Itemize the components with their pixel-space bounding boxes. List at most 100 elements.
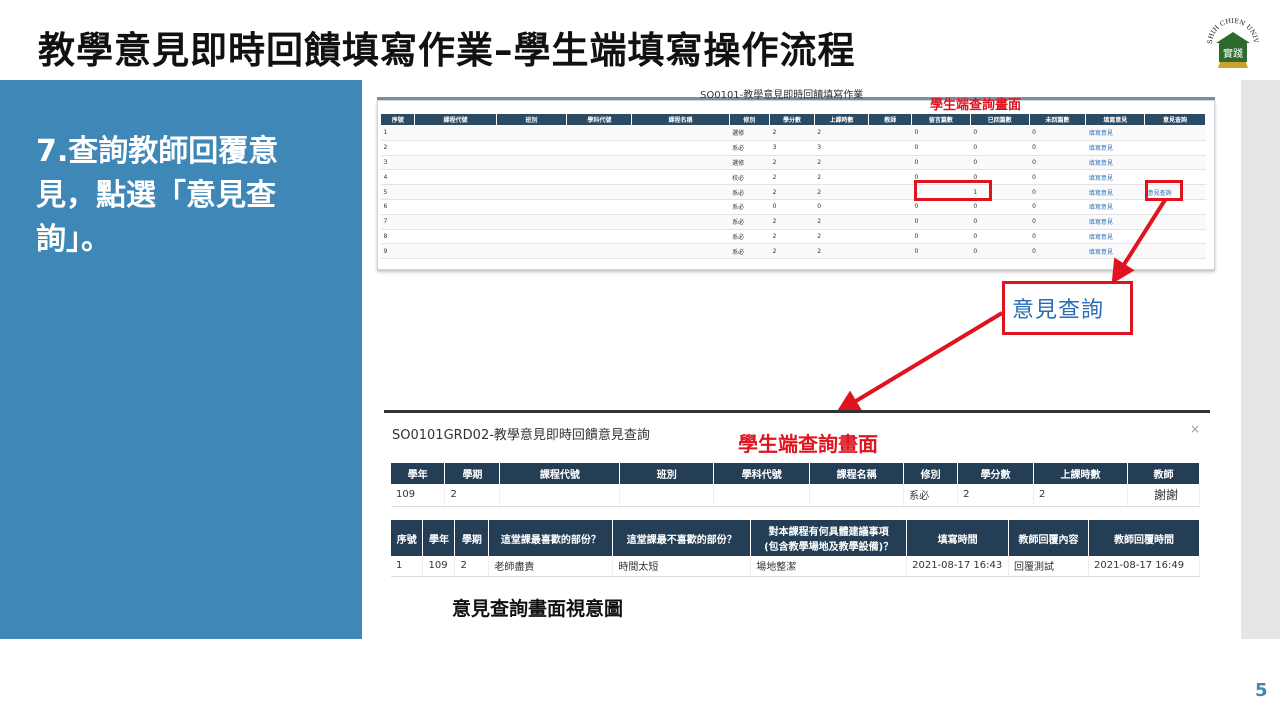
table-cell: 系必 xyxy=(729,199,770,215)
table-cell: 0 xyxy=(1029,169,1086,186)
opinion-query-link xyxy=(1144,140,1206,156)
table-cell xyxy=(631,199,730,215)
table-cell: 2 xyxy=(769,214,815,230)
fill-opinion-link[interactable]: 填寫意見 xyxy=(1085,243,1145,260)
table-cell xyxy=(631,155,730,171)
table-cell xyxy=(631,214,730,230)
table-cell xyxy=(868,140,912,156)
table-cell: 2 xyxy=(454,556,490,577)
table-cell xyxy=(566,125,632,141)
slide-title: 教學意見即時回饋填寫作業–學生端填寫操作流程 xyxy=(38,29,856,72)
table-cell: 0 xyxy=(970,229,1030,245)
table-cell xyxy=(496,243,567,260)
table-cell: 2 xyxy=(1033,484,1128,507)
feedback-table: 序號 學年 學期 這堂課最喜歡的部份？ 這堂課最不喜歡的部份？ 對本課程有何具體建議事項 … xyxy=(391,520,1201,577)
column-header: 修別 xyxy=(728,113,771,126)
table-cell xyxy=(631,184,730,200)
table-cell: 2 xyxy=(814,243,869,260)
table-cell: 系必 xyxy=(903,484,959,507)
table-cell: 選修 xyxy=(729,125,770,141)
table-cell: 0 xyxy=(911,199,971,215)
fill-opinion-link[interactable]: 填寫意見 xyxy=(1085,214,1145,230)
column-header: 學科代號 xyxy=(566,113,633,126)
table-cell xyxy=(868,125,912,141)
table-cell: 2 xyxy=(957,484,1035,507)
table-cell: 0 xyxy=(970,125,1030,141)
column-header: 意見查詢 xyxy=(1144,113,1206,126)
column-header: 上課時數 xyxy=(1033,463,1128,484)
logo-badge-text: 實踐 xyxy=(1223,47,1243,60)
table-cell: 0 xyxy=(1029,243,1086,260)
table-cell: 老師盡責 xyxy=(488,556,614,577)
teacher-cell: 謝謝 xyxy=(1127,484,1201,507)
table-cell: 3 xyxy=(380,155,415,171)
query-screen-title: SO0101GRD02-教學意見即時回饋意見查詢 xyxy=(392,428,650,443)
table-cell xyxy=(868,199,912,215)
table-cell: 系必 xyxy=(729,140,770,156)
column-header: 填寫時間 xyxy=(906,520,1010,556)
query-screen-annotation: 學生端查詢畫面 xyxy=(738,432,878,456)
table-cell: 0 xyxy=(814,199,869,215)
feedback-row: 1 109 2 老師盡責 時間太短 場地整潔 2021-08-17 16:43 回覆測試 202… xyxy=(391,556,1201,577)
course-row: 2 系必 3 3 0 0 0 填寫意見 xyxy=(380,140,1206,156)
table-cell: 0 xyxy=(1029,214,1086,230)
column-header: 教師 xyxy=(868,113,913,126)
column-header: 學分數 xyxy=(769,113,815,126)
table-cell xyxy=(414,155,497,171)
table-cell xyxy=(566,243,632,260)
table-cell: 0 xyxy=(1029,229,1086,245)
course-row: 1 選修 2 2 0 0 0 填寫意見 xyxy=(380,125,1206,141)
table-cell xyxy=(631,243,730,260)
course-list-table: 序號 課程代號 班別 學科代號 課程名稱 修別 學分數 上課時數 教師 留言篇數 已回篇數 未回篇數填… xyxy=(379,113,1206,260)
table-cell: 0 xyxy=(970,140,1030,156)
table-cell: 1 xyxy=(391,556,424,577)
column-header: 上課時數 xyxy=(813,113,870,126)
column-header: 留言篇數 xyxy=(911,113,971,126)
step-instruction: 7.查詢教師回覆意見，點選「意見查詢」。 xyxy=(36,134,279,257)
fill-opinion-link[interactable]: 填寫意見 xyxy=(1085,184,1145,200)
table-cell xyxy=(868,169,912,186)
table-cell xyxy=(631,169,730,186)
fill-opinion-link[interactable]: 填寫意見 xyxy=(1085,169,1145,186)
table-cell: 2 xyxy=(769,184,815,200)
table-cell: 時間太短 xyxy=(612,556,752,577)
fill-opinion-link[interactable]: 填寫意見 xyxy=(1085,155,1145,171)
table-cell: 2 xyxy=(814,229,869,245)
table-cell: 2 xyxy=(769,243,815,260)
column-header: 填寫意見 xyxy=(1085,113,1146,126)
fill-opinion-link[interactable]: 填寫意見 xyxy=(1085,140,1145,156)
table-cell xyxy=(496,169,567,186)
feedback-header-row: 序號 學年 學期 這堂課最喜歡的部份？ 這堂課最不喜歡的部份？ 對本課程有何具體建議事項 … xyxy=(391,520,1201,556)
table-cell xyxy=(868,243,912,260)
course-list-header-row: 序號 課程代號 班別 學科代號 課程名稱 修別 學分數 上課時數 教師 留言篇數 已回篇數 未回篇數填… xyxy=(379,113,1206,126)
table-cell: 0 xyxy=(970,243,1030,260)
reply-count-highlight xyxy=(914,180,992,201)
table-cell xyxy=(566,214,632,230)
column-header: 修別 xyxy=(903,463,959,484)
fill-opinion-link[interactable]: 填寫意見 xyxy=(1085,125,1145,141)
table-cell xyxy=(414,140,497,156)
table-cell: 1 xyxy=(380,125,415,141)
close-icon[interactable]: × xyxy=(1190,422,1200,436)
column-header: 學年 xyxy=(422,520,456,556)
table-cell: 場地整潔 xyxy=(750,556,908,577)
list-screen-annotation: 學生端查詢畫面 xyxy=(930,98,1022,113)
query-link-highlight xyxy=(1145,180,1183,201)
table-cell: 0 xyxy=(769,199,815,215)
table-cell: 0 xyxy=(911,140,971,156)
table-cell: 選修 xyxy=(729,155,770,171)
column-header: 序號 xyxy=(391,520,424,556)
table-cell xyxy=(414,229,497,245)
table-cell xyxy=(713,484,811,507)
column-header: 學分數 xyxy=(957,463,1035,484)
fill-opinion-link[interactable]: 填寫意見 xyxy=(1085,199,1145,215)
table-cell xyxy=(496,229,567,245)
column-header: 學科代號 xyxy=(713,463,811,484)
fill-opinion-link[interactable]: 填寫意見 xyxy=(1085,229,1145,245)
course-row: 4 校必 2 2 0 0 0 填寫意見 xyxy=(380,169,1206,186)
table-cell: 0 xyxy=(1029,155,1086,171)
arrow-to-query-screen xyxy=(835,311,1004,414)
course-info-table: 學年 學期 課程代號 班別 學科代號 課程名稱 修別 學分數 上課時數 教師 109 2 系必 2 2 謝謝 xyxy=(391,463,1201,507)
table-cell: 0 xyxy=(1029,125,1086,141)
column-header: 這堂課最喜歡的部份？ xyxy=(488,520,614,556)
